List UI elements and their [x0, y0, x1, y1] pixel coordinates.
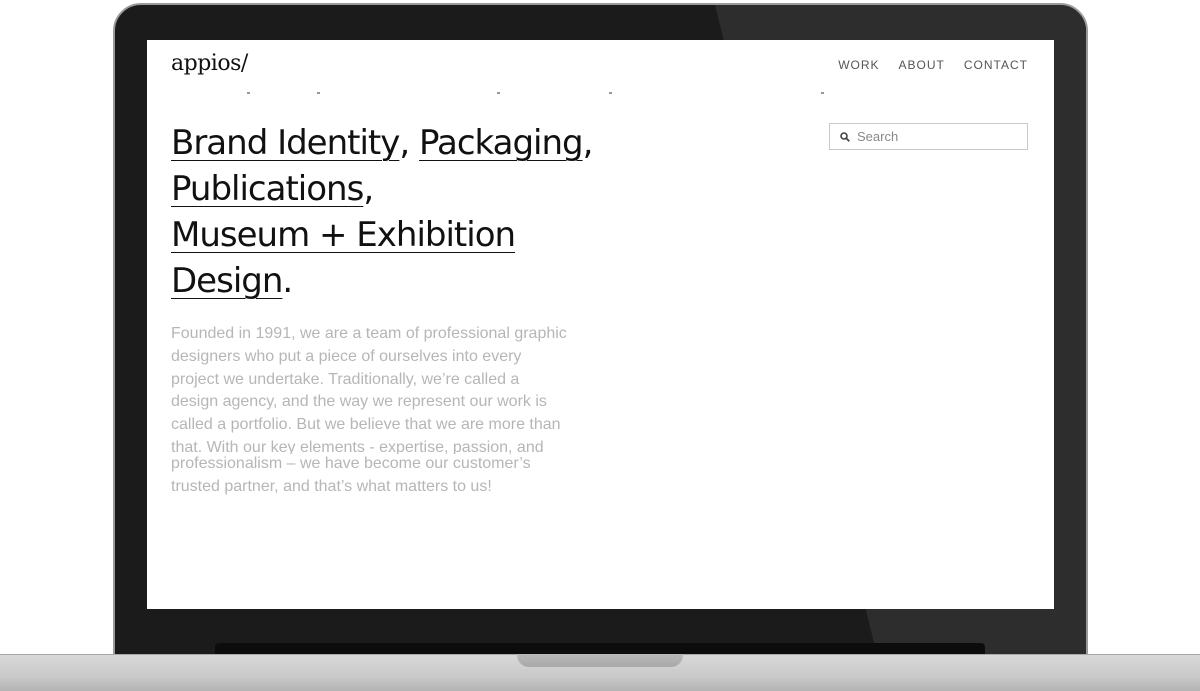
- link-brand-identity[interactable]: Brand Identity: [171, 123, 400, 163]
- intro-paragraph: Founded in 1991, we are a team of profes…: [171, 325, 567, 454]
- site-logo[interactable]: appios/: [171, 51, 248, 76]
- link-packaging[interactable]: Packaging: [419, 123, 584, 163]
- laptop-notch: [517, 654, 683, 667]
- nav-contact[interactable]: CONTACT: [964, 58, 1028, 72]
- link-publications[interactable]: Publications: [171, 169, 364, 209]
- nav-work[interactable]: WORK: [838, 58, 879, 72]
- link-design[interactable]: Design: [171, 261, 283, 301]
- intro-paragraph-continued: professionalism – we have become our cus…: [171, 455, 531, 495]
- search-icon: [840, 131, 850, 142]
- search-box[interactable]: [829, 123, 1028, 150]
- headline: Brand Identity, Packaging, Publications,…: [171, 123, 593, 301]
- search-input[interactable]: [857, 129, 1017, 144]
- header-divider: [147, 92, 1054, 96]
- browser-screen: appios/ WORK ABOUT CONTACT Brand Identit…: [147, 40, 1054, 609]
- nav-about[interactable]: ABOUT: [899, 58, 945, 72]
- main-nav: WORK ABOUT CONTACT: [838, 58, 1028, 72]
- link-museum-exhibition[interactable]: Museum + Exhibition: [171, 215, 516, 255]
